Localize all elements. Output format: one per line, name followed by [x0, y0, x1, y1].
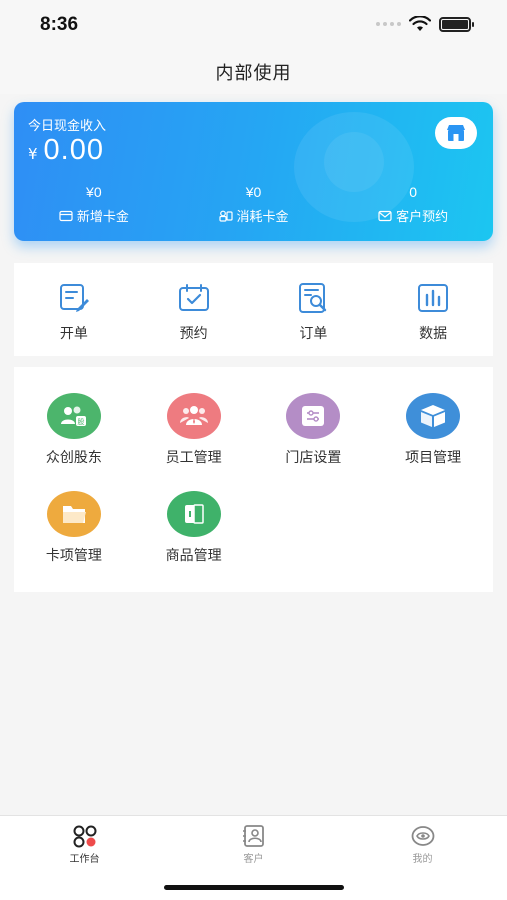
stat-label-text: 消耗卡金 — [236, 210, 289, 225]
stat-label: 客户预约 — [333, 206, 493, 225]
income-amount: ¥ 0.00 — [28, 134, 104, 167]
wifi-icon — [409, 16, 431, 31]
income-label: 今日现金收入 — [28, 119, 107, 134]
store-settings-icon-bg — [286, 393, 341, 439]
project-box-icon — [421, 405, 446, 427]
store-settings-icon — [302, 406, 325, 426]
bar-chart-icon — [418, 284, 449, 312]
customer-contact-icon — [242, 825, 264, 847]
stat-value: ¥0 — [245, 184, 262, 200]
manage-projects[interactable]: 项目管理 — [373, 393, 493, 467]
stat-label-text: 新增卡金 — [76, 210, 129, 225]
manage-label: 员工管理 — [165, 450, 222, 466]
store-button[interactable] — [435, 117, 477, 149]
quick-action-orders[interactable]: 订单 — [254, 263, 374, 356]
management-grid: 股 众创股东 员工管理 门店设置 项目管理 卡项管理 商品管理 — [14, 367, 493, 565]
manage-label: 众创股东 — [45, 450, 102, 466]
status-time: 8:36 — [40, 14, 79, 35]
quick-action-label: 预约 — [179, 326, 208, 342]
home-indicator — [164, 885, 344, 890]
battery-icon — [439, 16, 474, 32]
tab-label: 客户 — [243, 854, 264, 865]
manage-shareholders[interactable]: 股 众创股东 — [14, 393, 134, 467]
page-title: 内部使用 — [215, 63, 292, 84]
manage-label: 卡项管理 — [45, 548, 102, 564]
folder-icon — [62, 506, 86, 523]
tab-mine[interactable]: 我的 — [338, 816, 507, 900]
eye-icon — [411, 826, 434, 846]
store-icon — [447, 125, 465, 141]
tab-label: 我的 — [412, 854, 433, 865]
workbench-icon — [73, 825, 96, 848]
income-currency: ¥ — [28, 145, 38, 163]
status-bar: 8:36 — [0, 0, 507, 50]
quick-actions: 开单 预约 订单 数据 — [14, 263, 493, 356]
quick-action-label: 数据 — [419, 326, 448, 342]
staff-icon-bg — [166, 393, 221, 439]
stat-label-text: 客户预约 — [396, 210, 449, 225]
folder-icon-bg — [46, 491, 101, 537]
shareholder-icon: 股 — [60, 406, 86, 426]
income-stats: ¥0 新增卡金 ¥0 消耗卡金 0 客户预约 — [14, 184, 493, 225]
quick-action-label: 订单 — [299, 326, 328, 342]
svg-text:股: 股 — [77, 418, 84, 426]
manage-products[interactable]: 商品管理 — [134, 491, 254, 565]
quick-action-open-order[interactable]: 开单 — [14, 263, 134, 356]
staff-icon — [179, 406, 208, 425]
manage-label: 商品管理 — [165, 548, 222, 564]
product-icon — [184, 504, 204, 524]
manage-card-items[interactable]: 卡项管理 — [14, 491, 134, 565]
stat-new-card[interactable]: ¥0 新增卡金 — [14, 184, 174, 225]
shareholder-icon-bg: 股 — [46, 393, 101, 439]
income-card: 今日现金收入 ¥ 0.00 ¥0 新增卡金 ¥0 消耗卡金 0 客户预约 — [14, 102, 493, 241]
manage-label: 门店设置 — [285, 450, 342, 466]
status-indicators — [376, 16, 474, 32]
quick-action-label: 开单 — [59, 326, 88, 342]
stat-value: ¥0 — [86, 184, 102, 200]
product-icon-bg — [166, 491, 221, 537]
stat-customer-booking[interactable]: 0 客户预约 — [333, 184, 493, 225]
stat-value: 0 — [409, 184, 418, 200]
manage-label: 项目管理 — [405, 450, 462, 466]
income-value: 0.00 — [43, 134, 104, 166]
edit-doc-icon — [59, 284, 89, 312]
quick-action-data[interactable]: 数据 — [373, 263, 493, 356]
stat-label: 消耗卡金 — [174, 206, 334, 225]
signal-icon — [376, 22, 401, 26]
stat-label: 新增卡金 — [14, 206, 174, 225]
manage-staff[interactable]: 员工管理 — [134, 393, 254, 467]
project-box-icon-bg — [406, 393, 461, 439]
mail-icon — [378, 210, 392, 221]
quick-action-booking[interactable]: 预约 — [134, 263, 254, 356]
card-icon — [59, 210, 73, 221]
tab-workbench[interactable]: 工作台 — [0, 816, 169, 900]
nav-bar: 内部使用 — [0, 50, 507, 94]
stat-consume-card[interactable]: ¥0 消耗卡金 — [174, 184, 334, 225]
consume-icon — [218, 210, 233, 222]
management-panel: 股 众创股东 员工管理 门店设置 项目管理 卡项管理 商品管理 — [14, 367, 493, 592]
card-decoration — [324, 132, 384, 192]
order-search-icon — [299, 283, 327, 313]
manage-store-settings[interactable]: 门店设置 — [254, 393, 374, 467]
tab-label: 工作台 — [69, 854, 100, 865]
calendar-check-icon — [178, 284, 209, 311]
